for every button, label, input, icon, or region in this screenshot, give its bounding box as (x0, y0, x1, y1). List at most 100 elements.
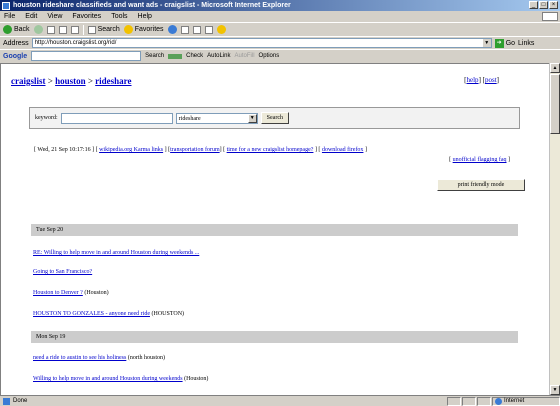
search-icon (87, 25, 96, 34)
post-link[interactable]: post (485, 76, 497, 84)
maximize-button[interactable]: □ (539, 1, 548, 9)
address-label: Address (3, 39, 29, 47)
timestamp: [ Wed, 21 Sep 10:17:16 ] (34, 147, 95, 153)
address-bar: Address http://houston.craigslist.org/ri… (0, 36, 560, 49)
post-location: (HOUSTON) (151, 311, 185, 317)
scroll-up-icon[interactable]: ▲ (550, 63, 560, 73)
category-select[interactable]: rideshare ▼ (175, 112, 258, 124)
check-button[interactable]: Check (186, 53, 203, 59)
download-firefox-link[interactable]: download firefox (322, 147, 364, 153)
print-icon[interactable] (192, 25, 201, 34)
list-item: HOUSTON TO GONZALES - anyone need ride (… (33, 311, 184, 317)
go-button[interactable]: ➜ Go (494, 38, 515, 48)
top-links: [help] [post] (464, 76, 499, 84)
page-viewport: craigslist > houston > rideshare [help] … (0, 63, 549, 395)
post-location: (Houston) (84, 290, 109, 296)
post-link[interactable]: HOUSTON TO GONZALES - anyone need ride (33, 311, 150, 317)
list-item: RE: Willing to help move in and around H… (33, 250, 199, 256)
chevron-down-icon: ▼ (247, 113, 257, 123)
page-icon (3, 397, 10, 405)
post-location: (north houston) (127, 355, 165, 361)
history-icon[interactable] (167, 25, 177, 34)
globe-icon (495, 397, 502, 405)
menu-file[interactable]: File (4, 13, 15, 20)
post-link[interactable]: Houston to Denver ? (33, 290, 83, 296)
list-item: Going to San Francisco? (33, 269, 92, 275)
window-titlebar: houston rideshare classifieds and want a… (0, 0, 560, 11)
google-toolbar: Google Search Check AutoLink AutoFill Op… (0, 49, 560, 62)
transportation-forum-link[interactable]: transportation forum (170, 147, 220, 153)
status-pane (462, 396, 476, 406)
list-item: Houston to Denver ? (Houston) (33, 290, 109, 296)
address-input[interactable]: http://houston.craigslist.org/rid/ ▼ (31, 38, 492, 48)
status-text: Done (13, 398, 28, 404)
list-item: need a ride to austin to see his holines… (33, 355, 165, 361)
flagging-faq-link[interactable]: unofficial flagging faq (453, 157, 507, 163)
crumb-craigslist[interactable]: craigslist (11, 76, 46, 86)
day-header: Tue Sep 20 (31, 224, 518, 236)
google-search-input[interactable] (31, 51, 142, 61)
day-header: Mon Sep 19 (31, 331, 518, 343)
address-url: http://houston.craigslist.org/rid/ (34, 40, 117, 46)
star-icon (123, 25, 133, 34)
status-bar: Done Internet (0, 395, 560, 406)
refresh-icon[interactable] (58, 25, 67, 34)
new-homepage-link[interactable]: time for a new craigslist homepage? (227, 147, 314, 153)
info-links: [ Wed, 21 Sep 10:17:16 ] [ wikipedia.org… (34, 147, 510, 163)
security-zone: Internet (492, 396, 560, 406)
back-arrow-icon (3, 25, 12, 34)
go-arrow-icon: ➜ (494, 38, 504, 48)
menu-edit[interactable]: Edit (25, 13, 37, 20)
pagerank-icon (168, 53, 183, 59)
menu-view[interactable]: View (47, 13, 62, 20)
scroll-thumb[interactable] (550, 74, 560, 134)
search-button[interactable]: Search (87, 25, 120, 34)
window-title: houston rideshare classifieds and want a… (13, 2, 291, 9)
crumb-rideshare[interactable]: rideshare (95, 76, 131, 86)
google-logo[interactable]: Google (3, 53, 27, 60)
back-button[interactable]: Back (3, 25, 30, 34)
windows-logo-icon (542, 12, 558, 21)
links-button[interactable]: Links (518, 40, 534, 47)
google-search-button[interactable]: Search (145, 53, 164, 59)
close-button[interactable]: × (549, 1, 558, 9)
autofill-button[interactable]: AutoFill (235, 53, 255, 59)
autolink-button[interactable]: AutoLink (207, 53, 230, 59)
keyword-label: keyword: (35, 115, 58, 121)
list-item: Willing to help move in and around Houst… (33, 376, 208, 382)
wikipedia-link[interactable]: wikipedia.org Karma links (99, 147, 163, 153)
search-submit-button[interactable]: Search (260, 112, 289, 124)
ie-icon (2, 1, 10, 10)
post-link[interactable]: Willing to help move in and around Houst… (33, 376, 183, 382)
menu-help[interactable]: Help (138, 13, 152, 20)
crumb-houston[interactable]: houston (55, 76, 86, 86)
post-link[interactable]: Going to San Francisco? (33, 269, 92, 275)
address-dropdown-icon[interactable]: ▼ (482, 39, 491, 47)
edit-icon[interactable] (204, 25, 213, 34)
scroll-down-icon[interactable]: ▼ (550, 385, 560, 395)
help-link[interactable]: help (467, 76, 479, 84)
home-icon[interactable] (70, 25, 79, 34)
menu-bar: File Edit View Favorites Tools Help (0, 11, 560, 22)
toolbar-separator (82, 24, 84, 35)
post-link[interactable]: RE: Willing to help move in and around H… (33, 250, 199, 256)
forward-arrow-icon[interactable] (33, 25, 43, 34)
messenger-icon[interactable] (216, 25, 226, 34)
keyword-input[interactable] (60, 112, 173, 124)
print-friendly-button[interactable]: print friendly mode (437, 179, 525, 191)
search-form: keyword: rideshare ▼ Search (29, 107, 520, 129)
post-link[interactable]: need a ride to austin to see his holines… (33, 355, 126, 361)
stop-icon[interactable] (46, 25, 55, 34)
pagerank-indicator[interactable] (168, 53, 183, 59)
mail-icon[interactable] (180, 25, 189, 34)
standard-toolbar: Back Search Favorites (0, 22, 560, 36)
vertical-scrollbar[interactable]: ▲ ▼ (549, 63, 560, 395)
status-pane (477, 396, 491, 406)
minimize-button[interactable]: _ (529, 1, 538, 9)
status-pane (447, 396, 461, 406)
favorites-button[interactable]: Favorites (123, 25, 164, 34)
options-button[interactable]: Options (259, 53, 280, 59)
menu-favorites[interactable]: Favorites (72, 13, 101, 20)
menu-tools[interactable]: Tools (111, 13, 127, 20)
post-location: (Houston) (184, 376, 209, 382)
